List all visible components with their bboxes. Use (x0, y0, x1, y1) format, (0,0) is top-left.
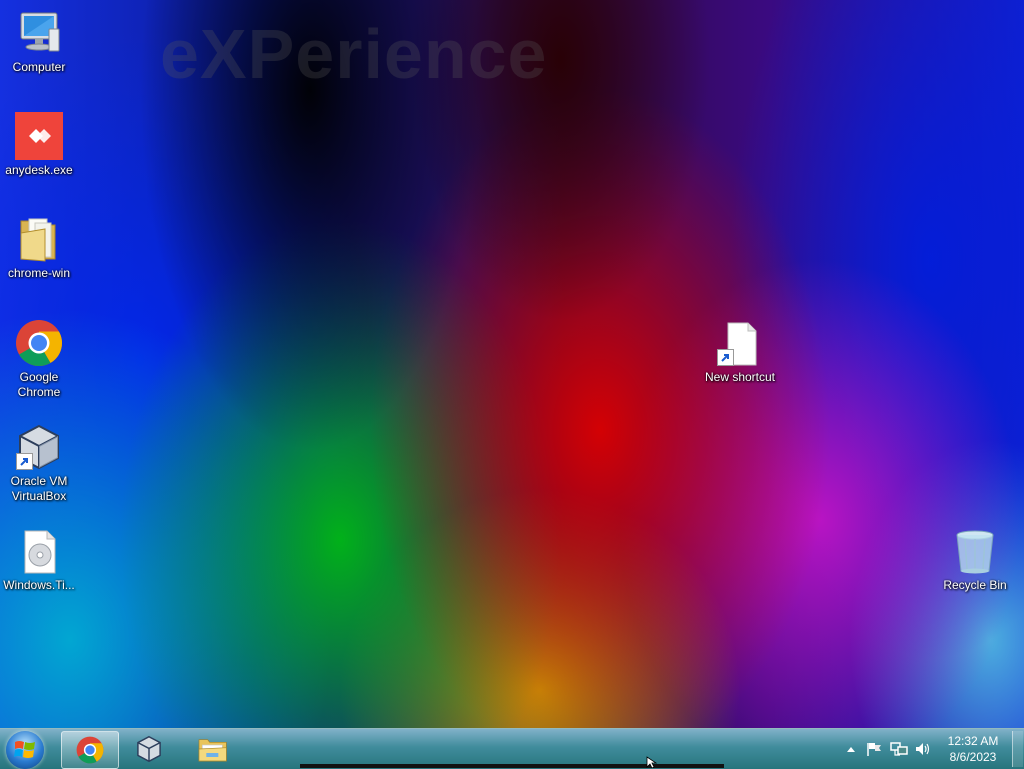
desktop-icon-google-chrome[interactable]: Google Chrome (0, 318, 78, 400)
taskbar-chrome-button[interactable] (61, 731, 119, 769)
desktop-icon-label: Computer (12, 60, 66, 74)
desktop-icon-chrome-win[interactable]: chrome-win (0, 214, 78, 281)
network-icon (890, 742, 908, 756)
file-explorer-icon (198, 739, 227, 762)
desktop-icon-computer[interactable]: Computer (0, 8, 78, 75)
taskbar-file-explorer-button[interactable] (185, 731, 241, 767)
desktop-icon-label: Google Chrome (17, 370, 61, 399)
disc-image-icon (14, 526, 64, 576)
desktop-icon-windows-iso[interactable]: Windows.Ti... (0, 526, 78, 593)
show-desktop-button[interactable] (1012, 731, 1023, 767)
chrome-icon (76, 736, 104, 764)
desktop-icon-label: Windows.Ti... (3, 578, 75, 592)
desktop-icon-anydesk[interactable]: anydesk.exe (0, 111, 78, 178)
clock-time: 12:32 AM (947, 734, 999, 748)
mouse-cursor-icon (646, 756, 658, 768)
shortcut-arrow-icon (717, 349, 734, 366)
windows-logo-icon (14, 741, 35, 758)
screen-edge-bar (300, 764, 724, 768)
wallpaper-watermark: eXPerience (160, 15, 548, 93)
clock-date: 8/6/2023 (949, 750, 997, 764)
blank-file-icon (715, 318, 765, 368)
desktop-icon-label: anydesk.exe (5, 163, 73, 177)
volume-icon (916, 743, 930, 755)
chrome-icon (14, 318, 64, 368)
desktop-icon-label: Recycle Bin (943, 578, 1007, 592)
anydesk-icon (14, 111, 64, 161)
desktop-icon-label: Oracle VM VirtualBox (10, 474, 68, 503)
system-clock[interactable]: 12:32 AM 8/6/2023 (940, 733, 1006, 765)
desktop-icon-new-shortcut[interactable]: New shortcut (701, 318, 779, 385)
taskbar-virtualbox-button[interactable] (121, 731, 177, 767)
taskbar: 12:32 AM 8/6/2023 (0, 728, 1024, 769)
desktop-icon-label: chrome-win (7, 266, 70, 280)
desktop-icon-virtualbox[interactable]: Oracle VM VirtualBox (0, 422, 78, 504)
recycle-bin-icon (950, 526, 1000, 576)
desktop-icon-label: New shortcut (704, 370, 776, 384)
virtualbox-icon (137, 735, 161, 763)
virtualbox-icon (14, 422, 64, 472)
network-button[interactable] (888, 729, 910, 769)
shortcut-arrow-icon (16, 453, 33, 470)
start-button[interactable] (6, 731, 44, 769)
computer-icon (14, 8, 64, 58)
desktop-icon-recycle-bin[interactable]: Recycle Bin (936, 526, 1014, 593)
chevron-up-icon (847, 747, 855, 752)
show-hidden-icons-button[interactable] (844, 729, 858, 769)
volume-button[interactable] (913, 729, 933, 769)
folder-icon (14, 214, 64, 264)
desktop[interactable]: eXPerience Computer anydesk.exe chrome-w… (0, 0, 1024, 728)
action-center-flag-button[interactable] (864, 729, 884, 769)
flag-icon (867, 743, 881, 756)
